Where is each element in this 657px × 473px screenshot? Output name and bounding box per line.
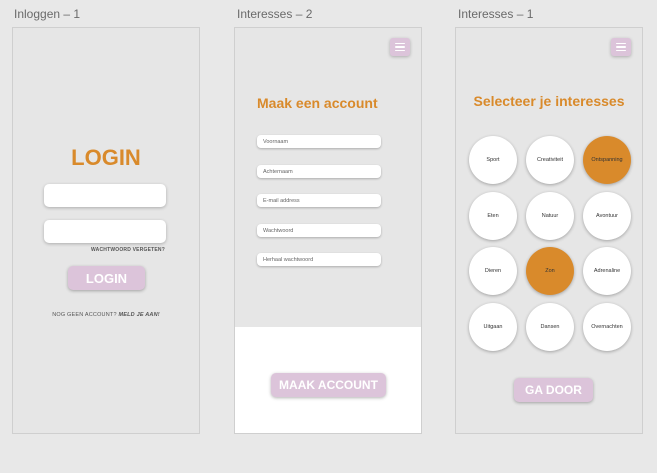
interest-option[interactable]: Uitgaan bbox=[469, 303, 517, 351]
interest-option[interactable]: Zon bbox=[526, 247, 574, 295]
interest-option[interactable]: Eten bbox=[469, 192, 517, 240]
artboard-label-interests: Interesses – 1 bbox=[458, 7, 534, 21]
hamburger-menu-icon[interactable] bbox=[390, 38, 410, 56]
interest-option[interactable]: Natuur bbox=[526, 192, 574, 240]
interest-option[interactable]: Sport bbox=[469, 136, 517, 184]
interest-option[interactable]: Overnachten bbox=[583, 303, 631, 351]
artboard-register: Maak een account MAAK ACCOUNT bbox=[234, 27, 422, 434]
continue-button[interactable]: GA DOOR bbox=[514, 378, 593, 402]
first-name-field[interactable] bbox=[257, 135, 381, 148]
artboard-label-login: Inloggen – 1 bbox=[14, 7, 81, 21]
email-field[interactable] bbox=[257, 194, 381, 207]
register-title: Maak een account bbox=[257, 95, 378, 111]
interest-option[interactable]: Dieren bbox=[469, 247, 517, 295]
interest-option[interactable]: Avontuur bbox=[583, 192, 631, 240]
forgot-password-link[interactable]: WACHTWOORD VERGETEN? bbox=[91, 247, 165, 253]
last-name-field[interactable] bbox=[257, 165, 381, 178]
password-input[interactable] bbox=[44, 220, 166, 243]
create-account-button[interactable]: MAAK ACCOUNT bbox=[271, 373, 386, 397]
signup-prompt: NOG GEEN ACCOUNT? MELD JE AAN! bbox=[13, 312, 199, 318]
artboard-label-register: Interesses – 2 bbox=[237, 7, 313, 21]
login-button[interactable]: LOGIN bbox=[68, 266, 145, 290]
password-field[interactable] bbox=[257, 224, 381, 237]
signup-link[interactable]: MELD JE AAN! bbox=[118, 312, 159, 318]
interest-option[interactable]: Adrenaline bbox=[583, 247, 631, 295]
interest-option[interactable]: Creativiteit bbox=[526, 136, 574, 184]
repeat-password-field[interactable] bbox=[257, 253, 381, 266]
username-input[interactable] bbox=[44, 184, 166, 207]
artboard-interests: Selecteer je interesses Sport Creativitei… bbox=[455, 27, 643, 434]
interest-option[interactable]: Dansen bbox=[526, 303, 574, 351]
login-title: LOGIN bbox=[71, 145, 141, 170]
hamburger-menu-icon[interactable] bbox=[611, 38, 631, 56]
interest-option[interactable]: Ontspanning bbox=[583, 136, 631, 184]
artboard-login: LOGIN WACHTWOORD VERGETEN? LOGIN NOG GEE… bbox=[12, 27, 200, 434]
no-account-text: NOG GEEN ACCOUNT? bbox=[52, 312, 117, 318]
interests-title: Selecteer je interesses bbox=[473, 93, 625, 109]
